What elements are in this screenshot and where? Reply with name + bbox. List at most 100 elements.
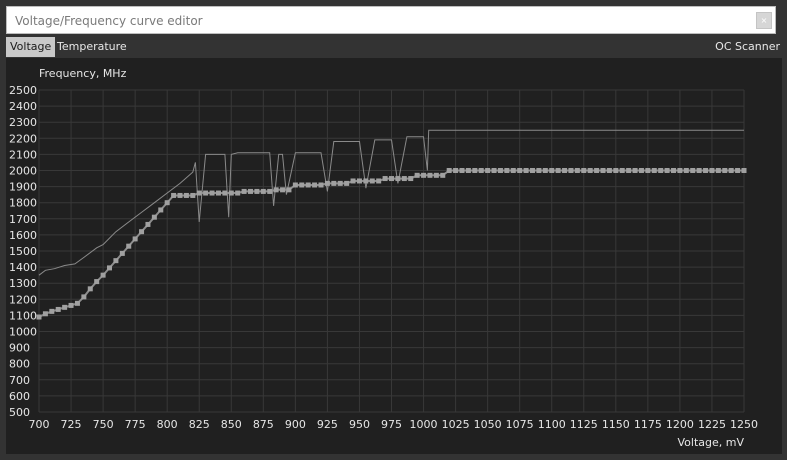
vf-curve-point[interactable] — [626, 168, 632, 173]
vf-curve-point[interactable] — [215, 190, 221, 196]
vf-curve-point[interactable] — [299, 182, 305, 188]
vf-curve-point[interactable] — [312, 182, 318, 188]
vf-curve-point[interactable] — [100, 272, 106, 278]
vf-curve-point[interactable] — [632, 168, 638, 173]
vf-curve-point[interactable] — [241, 188, 247, 194]
vf-curve-point[interactable] — [331, 180, 337, 186]
vf-curve-point[interactable] — [222, 190, 228, 196]
vf-curve-point[interactable] — [459, 168, 465, 173]
vf-curve-point[interactable] — [542, 168, 548, 173]
vf-curve-point[interactable] — [600, 168, 606, 173]
vf-curve-point[interactable] — [203, 190, 209, 196]
vf-curve-point[interactable] — [690, 168, 696, 173]
vf-curve-point[interactable] — [581, 168, 587, 173]
vf-curve-point[interactable] — [728, 168, 734, 173]
vf-curve-point[interactable] — [254, 188, 260, 194]
vf-curve-point[interactable] — [523, 168, 529, 173]
vf-curve-point[interactable] — [74, 300, 80, 306]
vf-curve-point[interactable] — [42, 311, 48, 317]
vf-curve-point[interactable] — [395, 176, 401, 182]
tab-temperature[interactable]: Temperature — [53, 37, 131, 57]
vf-curve-point[interactable] — [613, 168, 619, 173]
tab-voltage[interactable]: Voltage — [6, 37, 56, 57]
vf-curve-point[interactable] — [190, 192, 196, 198]
vf-curve-point[interactable] — [139, 229, 145, 235]
vf-curve-point[interactable] — [183, 192, 189, 198]
vf-curve-point[interactable] — [113, 258, 119, 264]
vf-curve-point[interactable] — [94, 279, 100, 285]
vf-curve-point[interactable] — [478, 168, 484, 173]
vf-curve-point[interactable] — [517, 168, 523, 173]
vf-curve-point[interactable] — [107, 265, 112, 271]
vf-curve-point[interactable] — [62, 304, 68, 310]
vf-curve-point[interactable] — [286, 187, 292, 193]
vf-curve-point[interactable] — [530, 168, 535, 173]
vf-curve-point[interactable] — [587, 168, 593, 173]
vf-curve-point[interactable] — [337, 180, 343, 186]
vf-curve-point[interactable] — [421, 172, 427, 178]
vf-curve-point[interactable] — [305, 182, 311, 188]
vf-curve-point[interactable] — [414, 172, 420, 178]
vf-curve-point[interactable] — [651, 168, 657, 173]
vf-curve-point[interactable] — [126, 243, 132, 249]
vf-curve-point[interactable] — [472, 168, 478, 173]
vf-curve-point[interactable] — [658, 168, 664, 173]
oc-scanner-button[interactable]: OC Scanner — [715, 37, 780, 57]
vf-curve-point[interactable] — [280, 187, 286, 193]
vf-curve-point[interactable] — [356, 178, 362, 184]
vf-curve-point[interactable] — [453, 168, 459, 173]
vf-curve-point[interactable] — [536, 168, 542, 173]
vf-curve-point[interactable] — [177, 192, 183, 198]
vf-curve-point[interactable] — [549, 168, 555, 173]
vf-curve-point[interactable] — [497, 168, 503, 173]
vf-curve-point[interactable] — [638, 168, 644, 173]
vf-curve-point[interactable] — [119, 250, 125, 256]
vf-curve-point[interactable] — [465, 168, 471, 173]
vf-curve-point[interactable] — [555, 168, 561, 173]
vf-curve-point[interactable] — [408, 176, 414, 182]
vf-curve-point[interactable] — [382, 176, 388, 182]
vf-curve-point[interactable] — [55, 306, 61, 312]
vf-curve-point[interactable] — [671, 168, 676, 173]
vf-curve-point[interactable] — [568, 168, 574, 173]
vf-curve-point[interactable] — [235, 190, 241, 196]
vf-curve-point[interactable] — [485, 168, 491, 173]
vf-curve-point[interactable] — [132, 236, 138, 242]
vf-curve-point[interactable] — [427, 172, 433, 178]
vf-curve-point[interactable] — [171, 192, 177, 198]
vf-curve-point[interactable] — [81, 294, 87, 300]
vf-curve-point[interactable] — [446, 168, 452, 173]
vf-curve-point[interactable] — [36, 314, 42, 320]
vf-curve-point[interactable] — [683, 168, 689, 173]
vf-curve-point[interactable] — [151, 214, 157, 220]
vf-curve-point[interactable] — [703, 168, 709, 173]
vf-curve-point[interactable] — [49, 308, 55, 314]
vf-curve-point[interactable] — [606, 168, 612, 173]
vf-curve-point[interactable] — [741, 168, 747, 173]
vf-curve-point[interactable] — [267, 188, 273, 194]
vf-curve-point[interactable] — [68, 302, 74, 308]
vf-curve-point[interactable] — [594, 168, 600, 173]
vf-curve-point[interactable] — [715, 168, 721, 173]
vf-curve-point[interactable] — [158, 207, 164, 213]
vf-curve-point[interactable] — [389, 176, 394, 182]
vf-curve-point[interactable] — [292, 182, 298, 188]
vf-curve-point[interactable] — [164, 200, 170, 206]
vf-curve-point[interactable] — [645, 168, 651, 173]
vf-curve-point[interactable] — [433, 172, 439, 178]
vf-curve-point[interactable] — [209, 190, 215, 196]
vf-curve-point[interactable] — [722, 168, 728, 173]
vf-curve-point[interactable] — [248, 188, 253, 194]
vf-curve-point[interactable] — [145, 221, 151, 227]
vf-curve-point[interactable] — [87, 286, 93, 292]
close-icon[interactable]: × — [756, 12, 772, 29]
vf-curve-svg[interactable]: 500 600 700 800 900 1000 1100 1200 1300 1400 1500 1… — [6, 58, 782, 454]
vf-curve-point[interactable] — [196, 190, 202, 196]
vf-curve-chart[interactable]: 500 600 700 800 900 1000 1100 1200 1300 1400 1500 1… — [6, 58, 782, 454]
vf-curve-point[interactable] — [696, 168, 702, 173]
vf-curve-point[interactable] — [735, 168, 741, 173]
vf-curve-point[interactable] — [664, 168, 670, 173]
vf-curve-point[interactable] — [562, 168, 568, 173]
vf-curve-point[interactable] — [510, 168, 516, 173]
vf-curve-point[interactable] — [574, 168, 580, 173]
